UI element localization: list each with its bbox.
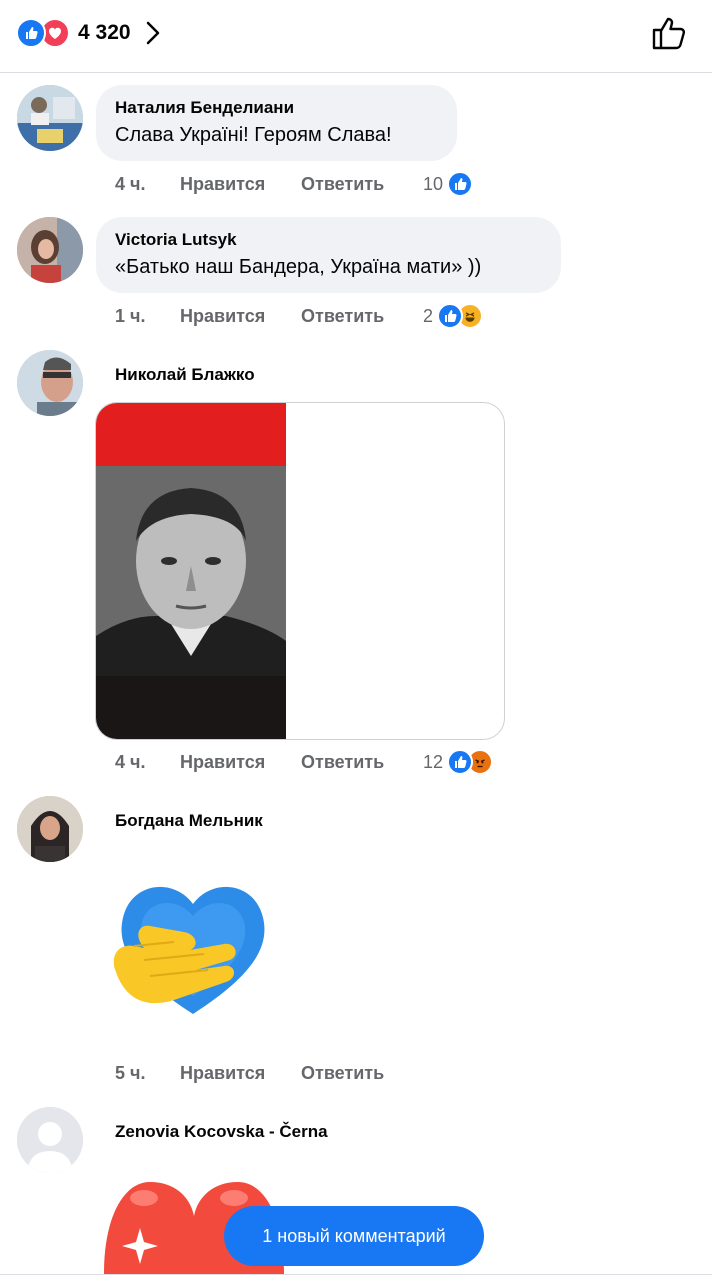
like-icon: [447, 749, 474, 775]
flag-black-stripe: [96, 676, 286, 739]
new-comments-button[interactable]: 1 новый комментарий: [224, 1206, 484, 1266]
comment-photo[interactable]: [95, 402, 505, 740]
like-button[interactable]: Нравится: [180, 1063, 301, 1084]
comment-bubble: Наталия Бенделиани Слава Україні! Героям…: [96, 85, 457, 161]
reaction-count: 4 320: [78, 21, 131, 44]
reply-button[interactable]: Ответить: [301, 174, 423, 195]
reply-button[interactable]: Ответить: [301, 752, 423, 773]
comment-author[interactable]: Наталия Бенделиани: [115, 97, 437, 119]
avatar[interactable]: [17, 796, 83, 862]
avatar[interactable]: [17, 1107, 83, 1173]
comment-actions: 1 ч. Нравится Ответить 2: [115, 302, 484, 330]
comment-actions: 4 ч. Нравится Ответить 10: [115, 170, 474, 198]
comment-time[interactable]: 1 ч.: [115, 306, 180, 327]
comment-text: Слава Україні! Героям Слава!: [115, 124, 392, 146]
like-button[interactable]: Нравится: [180, 752, 301, 773]
comment-bubble: Victoria Lutsyk «Батько наш Бандера, Укр…: [96, 217, 561, 293]
comment-author[interactable]: Zenovia Kocovska - Černa: [115, 1122, 328, 1142]
comment-reaction-count: 10: [423, 173, 444, 194]
comment-time[interactable]: 4 ч.: [115, 752, 180, 773]
avatar[interactable]: [17, 350, 83, 416]
comment-reactions[interactable]: 12: [423, 749, 494, 775]
flag-red-stripe: [96, 403, 286, 466]
thumbs-up-outline-icon[interactable]: [650, 14, 688, 52]
reactions-header: 4 320: [0, 0, 712, 73]
like-button[interactable]: Нравится: [180, 174, 301, 195]
comment-time[interactable]: 4 ч.: [115, 174, 180, 195]
comment-actions: 5 ч. Нравится Ответить: [115, 1059, 423, 1087]
reactions-summary[interactable]: 4 320: [16, 18, 161, 48]
comment-time[interactable]: 5 ч.: [115, 1063, 180, 1084]
avatar[interactable]: [17, 217, 83, 283]
like-icon: [447, 171, 474, 197]
comment-author[interactable]: Victoria Lutsyk: [115, 229, 541, 251]
portrait-photo: [96, 466, 286, 676]
comment-reaction-count: 2: [423, 305, 434, 326]
like-button[interactable]: Нравится: [180, 306, 301, 327]
comment-actions: 4 ч. Нравится Ответить 12: [115, 748, 494, 776]
comment-reaction-count: 12: [423, 751, 444, 772]
comment-author[interactable]: Богдана Мельник: [115, 811, 263, 831]
reply-button[interactable]: Ответить: [301, 306, 423, 327]
comment-text: «Батько наш Бандера, Україна мати» )): [115, 256, 482, 278]
comment-reactions[interactable]: 2: [423, 303, 484, 329]
comment-author[interactable]: Николай Блажко: [115, 365, 255, 385]
avatar[interactable]: [17, 85, 83, 151]
chevron-right-icon[interactable]: [145, 20, 161, 46]
hand-on-heart-sticker[interactable]: [104, 876, 282, 1016]
reply-button[interactable]: Ответить: [301, 1063, 423, 1084]
like-icon: [16, 18, 46, 48]
comment-reactions[interactable]: 10: [423, 171, 474, 197]
like-icon: [437, 303, 464, 329]
